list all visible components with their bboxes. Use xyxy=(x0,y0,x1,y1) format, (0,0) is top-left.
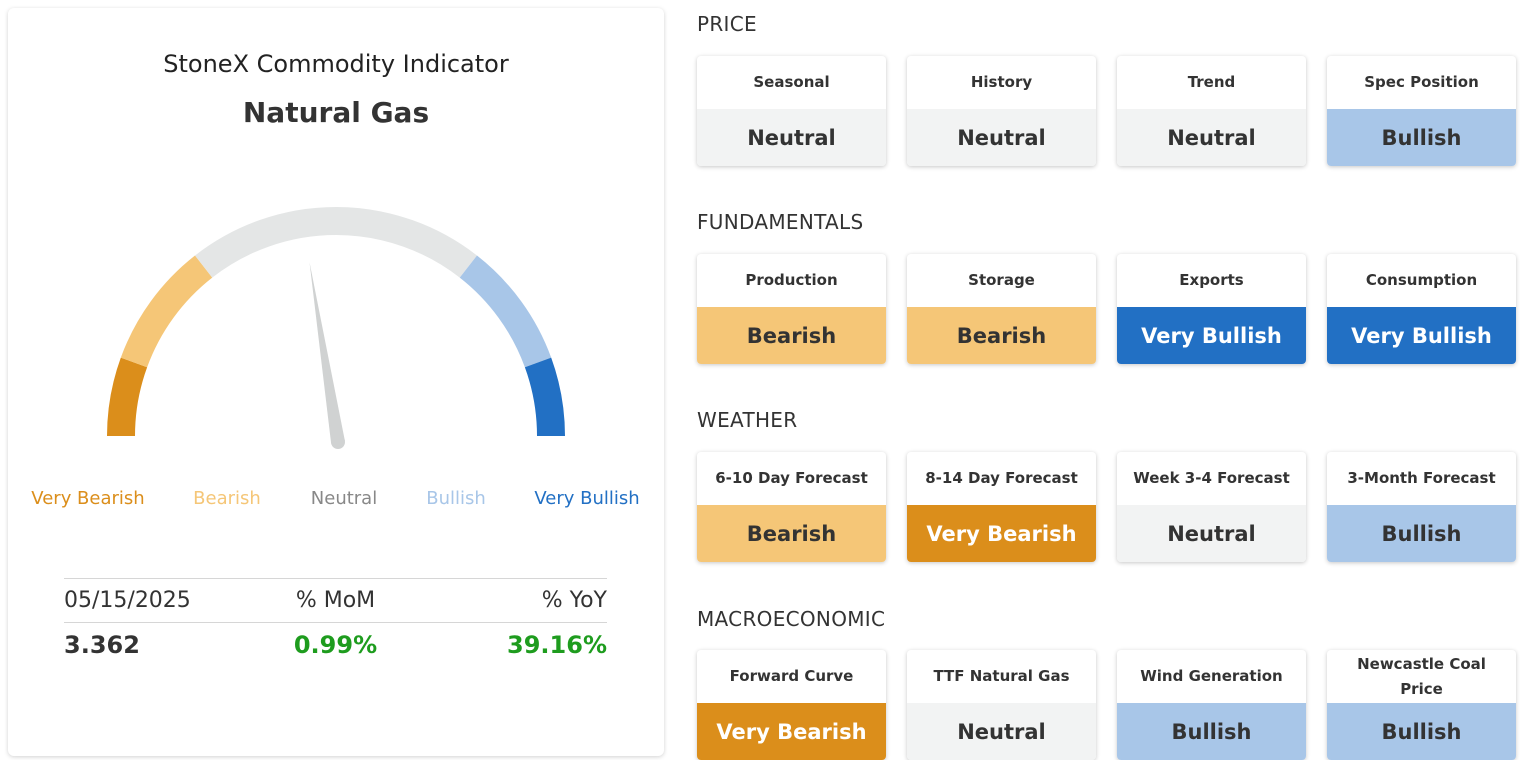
gauge-segment-very-bearish xyxy=(107,357,148,437)
tile-ttf-natural-gas[interactable]: TTF Natural Gas Neutral xyxy=(907,650,1096,760)
stats-mom-value: 0.99% xyxy=(293,631,378,659)
legend-bullish: Bullish xyxy=(426,488,486,509)
section-heading-weather: WEATHER xyxy=(697,408,798,432)
gauge-segment-bearish xyxy=(120,255,213,368)
tile-storage[interactable]: Storage Bearish xyxy=(907,254,1096,364)
tile-label: 8-14 Day Forecast xyxy=(925,469,1078,487)
tile-exports[interactable]: Exports Very Bullish xyxy=(1117,254,1306,364)
gauge-segment-very-bullish xyxy=(524,357,565,437)
tile-6-10-day-forecast[interactable]: 6-10 Day Forecast Bearish xyxy=(697,452,886,562)
tile-label: Storage xyxy=(968,271,1035,289)
tile-label: Newcastle Coal Price xyxy=(1357,654,1486,698)
section-heading-fundamentals: FUNDAMENTALS xyxy=(697,210,864,234)
tile-value: Neutral xyxy=(907,703,1096,760)
gauge-needle-hub xyxy=(331,435,345,449)
tile-label: 3-Month Forecast xyxy=(1347,469,1496,487)
tile-label: Spec Position xyxy=(1364,73,1479,91)
stats-yoy-label: % YoY xyxy=(541,588,607,613)
tile-label: Production xyxy=(745,271,838,289)
legend-very-bearish: Very Bearish xyxy=(31,488,145,509)
tile-wind-generation[interactable]: Wind Generation Bullish xyxy=(1117,650,1306,760)
tile-seasonal[interactable]: Seasonal Neutral xyxy=(697,56,886,166)
tile-value: Very Bearish xyxy=(907,505,1096,562)
tile-label: Consumption xyxy=(1365,271,1478,289)
tile-value: Very Bullish xyxy=(1117,307,1306,364)
tile-value: Bullish xyxy=(1117,703,1306,760)
tile-consumption[interactable]: Consumption Very Bullish xyxy=(1327,254,1516,364)
stats-value-row: 3.362 0.99% 39.16% xyxy=(64,623,607,667)
tile-newcastle-coal-price[interactable]: Newcastle Coal Price Bullish xyxy=(1327,650,1516,760)
tile-label: Wind Generation xyxy=(1140,667,1283,685)
tile-label: Trend xyxy=(1187,73,1236,91)
gauge-needle xyxy=(309,262,345,444)
price-stats: 05/15/2025 % MoM % YoY 3.362 0.99% 39.16… xyxy=(64,578,607,667)
stats-header-row: 05/15/2025 % MoM % YoY xyxy=(64,579,607,622)
tile-value: Very Bullish xyxy=(1327,307,1516,364)
tile-value: Neutral xyxy=(1117,109,1306,166)
tile-value: Bullish xyxy=(1327,703,1516,760)
indicator-card: StoneX Commodity Indicator Natural Gas V… xyxy=(8,8,664,756)
stats-mom-label: % MoM xyxy=(295,588,376,613)
tile-value: Neutral xyxy=(1117,505,1306,562)
tile-value: Bullish xyxy=(1327,505,1516,562)
tile-label: Forward Curve xyxy=(729,667,854,685)
tile-label: Week 3-4 Forecast xyxy=(1133,469,1290,487)
stats-price: 3.362 xyxy=(64,631,140,659)
tile-label: History xyxy=(970,73,1033,91)
tile-trend[interactable]: Trend Neutral xyxy=(1117,56,1306,166)
tile-value: Neutral xyxy=(697,109,886,166)
tile-label: Seasonal xyxy=(753,73,830,91)
gauge-legend: Very Bearish Bearish Neutral Bullish Ver… xyxy=(8,488,664,512)
gauge-segment-bullish xyxy=(459,255,552,368)
tile-label: 6-10 Day Forecast xyxy=(715,469,868,487)
legend-neutral: Neutral xyxy=(310,488,378,509)
tile-8-14-day-forecast[interactable]: 8-14 Day Forecast Very Bearish xyxy=(907,452,1096,562)
tile-value: Very Bearish xyxy=(697,703,886,760)
section-heading-price: PRICE xyxy=(697,12,757,36)
tile-value: Bearish xyxy=(697,505,886,562)
tile-label: Exports xyxy=(1179,271,1244,289)
tile-3-month-forecast[interactable]: 3-Month Forecast Bullish xyxy=(1327,452,1516,562)
stats-yoy-value: 39.16% xyxy=(507,631,607,659)
tile-history[interactable]: History Neutral xyxy=(907,56,1096,166)
gauge-segment-neutral xyxy=(195,207,477,278)
tile-value: Bearish xyxy=(697,307,886,364)
tile-production[interactable]: Production Bearish xyxy=(697,254,886,364)
tile-week-3-4-forecast[interactable]: Week 3-4 Forecast Neutral xyxy=(1117,452,1306,562)
legend-very-bullish: Very Bullish xyxy=(534,488,640,509)
tile-value: Neutral xyxy=(907,109,1096,166)
legend-bearish: Bearish xyxy=(193,488,261,509)
tile-spec-position[interactable]: Spec Position Bullish xyxy=(1327,56,1516,166)
tile-label: TTF Natural Gas xyxy=(933,667,1070,685)
tile-forward-curve[interactable]: Forward Curve Very Bearish xyxy=(697,650,886,760)
sentiment-gauge xyxy=(107,207,565,449)
tile-value: Bullish xyxy=(1327,109,1516,166)
stats-date: 05/15/2025 xyxy=(64,588,191,613)
section-heading-macroeconomic: MACROECONOMIC xyxy=(697,607,886,631)
tile-value: Bearish xyxy=(907,307,1096,364)
